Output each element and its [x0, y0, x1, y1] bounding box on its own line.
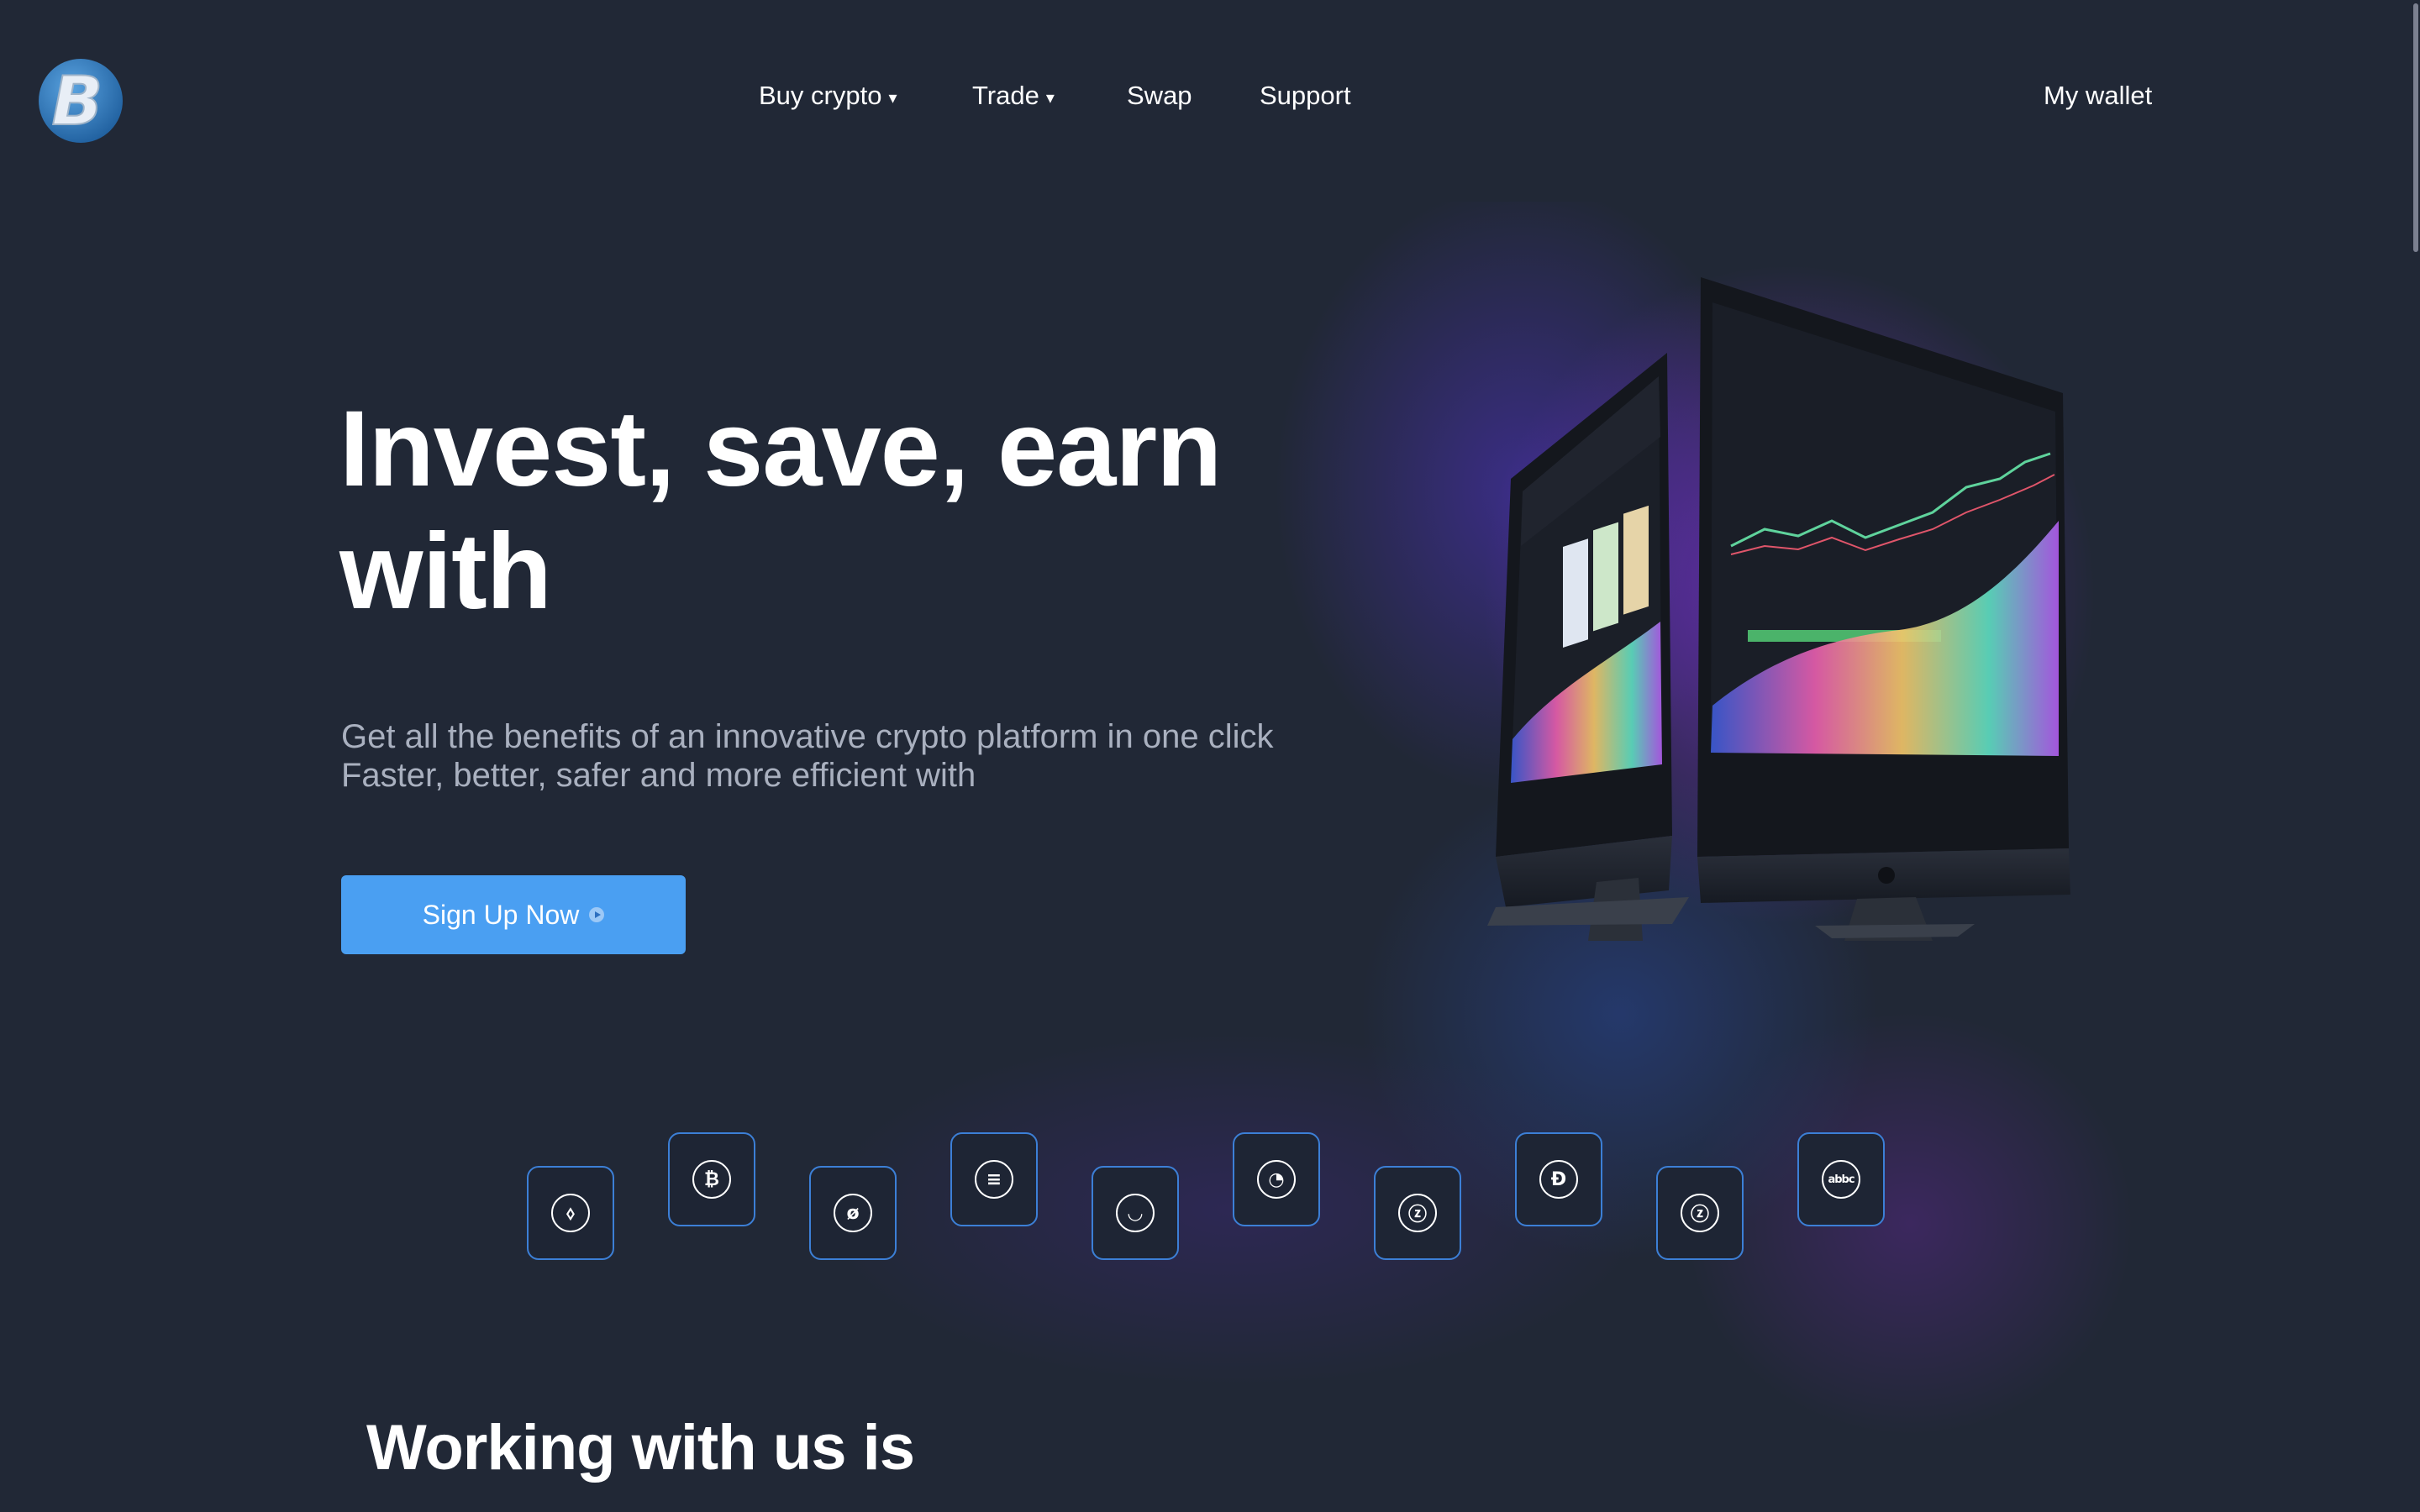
bowl-coin-icon: ◡	[1116, 1194, 1155, 1232]
hero-subtitle-line-1: Get all the benefits of an innovative cr…	[341, 718, 1274, 755]
section-title: Working with us is	[366, 1412, 915, 1483]
left-monitor	[1487, 353, 1689, 941]
hero-subtitle: Get all the benefits of an innovative cr…	[341, 717, 1349, 795]
abbc-icon: abbc	[1822, 1160, 1860, 1199]
ethereum-icon: ⬨	[551, 1194, 590, 1232]
scrollbar[interactable]	[2412, 0, 2420, 1512]
sign-up-button-label: Sign Up Now	[422, 899, 580, 930]
coin-tile-bowl[interactable]: ◡	[1092, 1166, 1179, 1260]
coin-tile-pie[interactable]: ◔	[1233, 1132, 1320, 1226]
nav-swap[interactable]: Swap	[1127, 81, 1192, 111]
zcash-icon: ⓩ	[1398, 1194, 1437, 1232]
stripes-coin-icon: ≡	[975, 1160, 1013, 1199]
sign-up-button[interactable]: Sign Up Now	[341, 875, 686, 954]
nav-buy-crypto[interactable]: Buy crypto ▾	[759, 81, 897, 111]
hero-title: Invest, save, earn with	[339, 388, 1331, 633]
bitcoin-icon: ₿	[692, 1160, 731, 1199]
chevron-down-icon: ▾	[888, 88, 897, 108]
dogecoin-icon: Đ	[1539, 1160, 1578, 1199]
chevron-down-icon: ▾	[1045, 88, 1055, 108]
hero-title-line-2: with	[339, 512, 552, 632]
coin-tile-dogecoin[interactable]: Đ	[1515, 1132, 1602, 1226]
monitors-illustration	[1487, 277, 2070, 941]
coin-tile-stripes[interactable]: ≡	[950, 1132, 1038, 1226]
coin-tile-zcash-2[interactable]: ⓩ	[1656, 1166, 1744, 1260]
top-nav: Buy crypto ▾ Trade ▾ Swap Support My wal…	[0, 81, 2420, 123]
landing-page: B Buy crypto ▾ Trade ▾ Swap Support My w…	[0, 0, 2420, 1512]
my-wallet-label: My wallet	[2044, 81, 2153, 110]
nav-support[interactable]: Support	[1260, 81, 1351, 111]
coin-tile-ethereum[interactable]: ⬨	[527, 1166, 614, 1260]
nav-swap-label: Swap	[1127, 81, 1192, 110]
zcash-icon: ⓩ	[1681, 1194, 1719, 1232]
hero-title-line-1: Invest, save, earn	[339, 389, 1222, 509]
coin-tile-zcash[interactable]: ⓩ	[1374, 1166, 1461, 1260]
nav-buy-crypto-label: Buy crypto	[759, 81, 882, 110]
coin-tile-abbc[interactable]: abbc	[1797, 1132, 1885, 1226]
right-monitor	[1697, 277, 2070, 941]
solana-slash-icon: ø	[834, 1194, 872, 1232]
nav-trade-label: Trade	[972, 81, 1039, 110]
hero-subtitle-line-2: Faster, better, safer and more efficient…	[341, 757, 976, 794]
my-wallet-link[interactable]: My wallet	[2044, 81, 2152, 111]
pie-coin-icon: ◔	[1257, 1160, 1296, 1199]
scrollbar-thumb[interactable]	[2413, 3, 2418, 252]
nav-support-label: Support	[1260, 81, 1351, 110]
coin-tile-solana[interactable]: ø	[809, 1166, 897, 1260]
nav-trade[interactable]: Trade ▾	[972, 81, 1055, 111]
play-arrow-icon	[589, 907, 605, 922]
coin-tile-bitcoin[interactable]: ₿	[668, 1132, 755, 1226]
